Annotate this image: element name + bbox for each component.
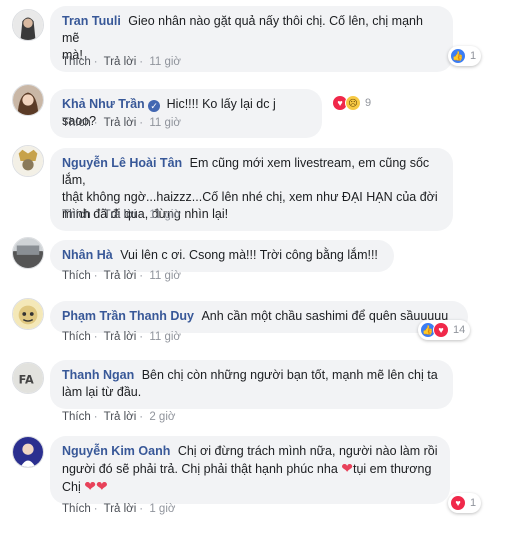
- reaction-count: 9: [365, 97, 372, 109]
- timestamp[interactable]: 11 giờ: [149, 56, 181, 68]
- comment-bubble: Phạm Trần Thanh Duy Anh cần một chầu sas…: [50, 301, 468, 333]
- comment-actions: Thích · Trả lời · 11 giờ: [62, 270, 181, 282]
- like-link[interactable]: Thích: [62, 117, 91, 129]
- timestamp[interactable]: 11 giờ: [149, 117, 181, 129]
- comment-actions: Thích · Trả lời · 11 giờ: [62, 331, 181, 343]
- comment-text: tụi em thương: [353, 462, 432, 476]
- avatar[interactable]: FA: [12, 362, 44, 394]
- timestamp[interactable]: 11 giờ: [149, 270, 181, 282]
- comment-text: Anh cần một chầu sashimi để quên sầuuuuu: [201, 309, 449, 323]
- comment-text: Chị: [62, 480, 81, 494]
- svg-text:FA: FA: [19, 374, 34, 387]
- timestamp[interactable]: 11 giờ: [149, 209, 181, 221]
- avatar[interactable]: [12, 436, 44, 468]
- comment-text: thật không ngờ...haizzz...Cố lên nhé chị…: [62, 190, 438, 204]
- love-reaction-icon: ♥: [450, 495, 466, 511]
- reply-link[interactable]: Trả lời: [104, 117, 137, 129]
- comment-actions: Thích · Trả lời · 11 giờ: [62, 117, 181, 129]
- reaction-summary[interactable]: 👍 1: [448, 46, 482, 66]
- reply-link[interactable]: Trả lời: [104, 56, 137, 68]
- reaction-summary[interactable]: ♥ 1: [448, 493, 482, 513]
- comment-actions: Thích · Trả lời · 2 giờ: [62, 411, 176, 423]
- heart-emoji-icon: ❤: [84, 478, 96, 494]
- like-reaction-icon: 👍: [450, 48, 466, 64]
- love-reaction-icon: ♥: [433, 322, 449, 338]
- comment-bubble: Nguyễn Kim Oanh Chị ơi đừng trách mình n…: [50, 436, 450, 504]
- author-name[interactable]: Khả Như Trần: [62, 97, 145, 111]
- avatar[interactable]: [12, 84, 44, 116]
- avatar[interactable]: [12, 145, 44, 177]
- heart-emoji-icon: ❤: [95, 478, 108, 494]
- heart-emoji-icon: ❤: [341, 460, 353, 476]
- verified-badge-icon: ✓: [148, 100, 161, 112]
- comment-actions: Thích · Trả lời · 11 giờ: [62, 209, 181, 221]
- like-link[interactable]: Thích: [62, 331, 91, 343]
- reply-link[interactable]: Trả lời: [104, 209, 137, 221]
- comment-text: làm lại từ đầu.: [62, 385, 142, 399]
- comment-text: Bên chị còn những người bạn tốt, mạnh mẽ…: [141, 368, 438, 382]
- author-name[interactable]: Thanh Ngan: [62, 368, 134, 382]
- comment-text: Chị ơi đừng trách mình nữa, người nào là…: [177, 444, 438, 458]
- timestamp[interactable]: 2 giờ: [149, 411, 175, 423]
- like-link[interactable]: Thích: [62, 270, 91, 282]
- reaction-count: 14: [453, 324, 466, 336]
- reaction-summary[interactable]: 👍 ♥ 14: [418, 320, 471, 340]
- reaction-count: 1: [470, 497, 477, 509]
- like-link[interactable]: Thích: [62, 209, 91, 221]
- avatar[interactable]: [12, 9, 44, 41]
- reaction-summary[interactable]: ♥ ☹ 9: [330, 93, 376, 113]
- timestamp[interactable]: 1 giờ: [149, 503, 175, 515]
- reply-link[interactable]: Trả lời: [104, 331, 137, 343]
- reply-link[interactable]: Trả lời: [104, 503, 137, 515]
- avatar[interactable]: [12, 298, 44, 330]
- comment-actions: Thích · Trả lời · 11 giờ: [62, 56, 181, 68]
- author-name[interactable]: Phạm Trần Thanh Duy: [62, 309, 194, 323]
- comment-bubble: Nhân Hà Vui lên c ơi. Csong mà!!! Trời c…: [50, 240, 394, 272]
- comment-bubble: Thanh Ngan Bên chị còn những người bạn t…: [50, 360, 453, 409]
- avatar[interactable]: [12, 237, 44, 269]
- author-name[interactable]: Tran Tuuli: [62, 14, 121, 28]
- reply-link[interactable]: Trả lời: [104, 270, 137, 282]
- reply-link[interactable]: Trả lời: [104, 411, 137, 423]
- like-link[interactable]: Thích: [62, 503, 91, 515]
- comment-text: người đó sẽ phải trả. Chị phải thật hạnh…: [62, 462, 338, 476]
- like-link[interactable]: Thích: [62, 411, 91, 423]
- comment-actions: Thích · Trả lời · 1 giờ: [62, 503, 176, 515]
- author-name[interactable]: Nhân Hà: [62, 248, 113, 262]
- author-name[interactable]: Nguyễn Lê Hoài Tân: [62, 156, 182, 170]
- comment-text: Vui lên c ơi. Csong mà!!! Trời công bằng…: [120, 248, 378, 262]
- comment-bubble: Khả Như Trần ✓ Hic!!!! Ko lấy lại dc j s…: [50, 89, 322, 138]
- sad-reaction-icon: ☹: [345, 95, 361, 111]
- reaction-count: 1: [470, 50, 477, 62]
- like-link[interactable]: Thích: [62, 56, 91, 68]
- timestamp[interactable]: 11 giờ: [149, 331, 181, 343]
- author-name[interactable]: Nguyễn Kim Oanh: [62, 444, 170, 458]
